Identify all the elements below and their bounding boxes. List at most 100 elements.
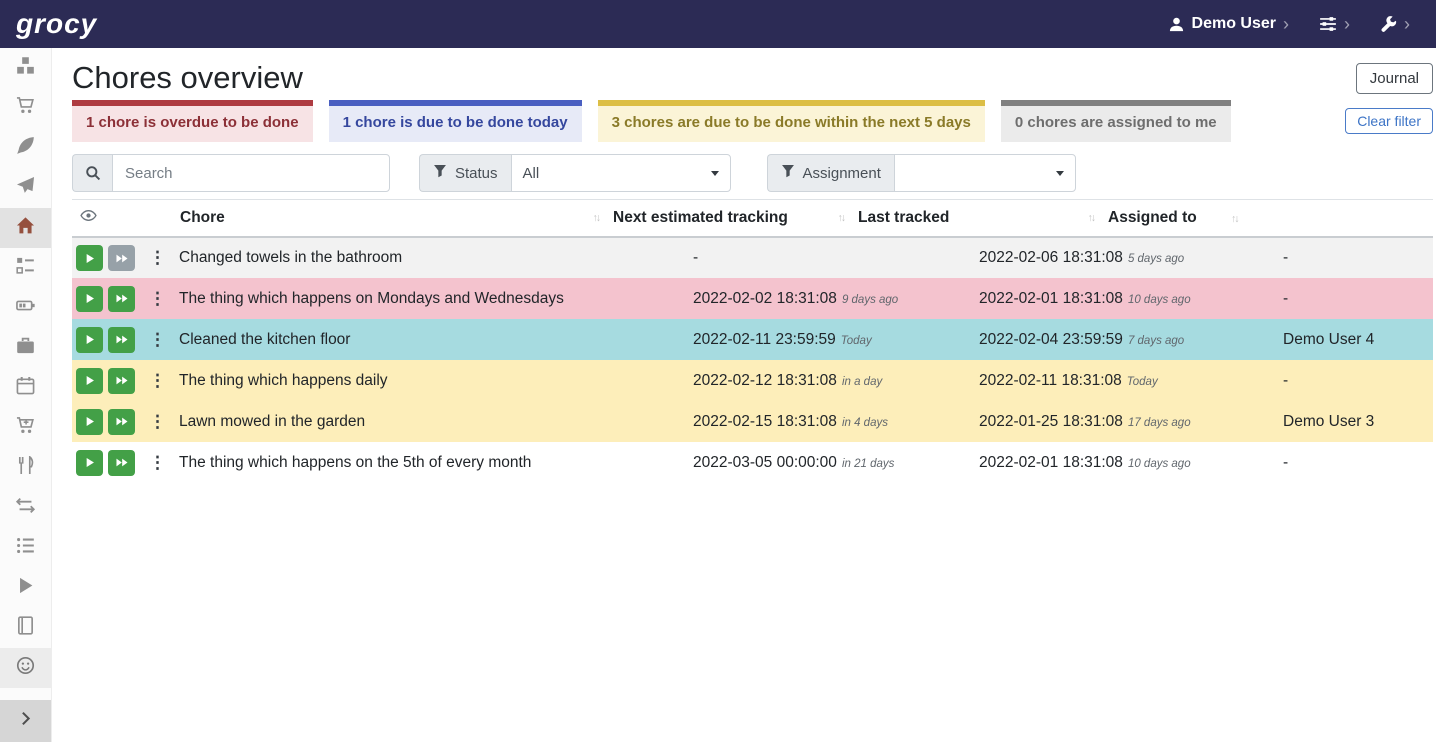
sidebar-item-chore-tracking[interactable] [0, 568, 51, 608]
track-chore-button[interactable] [76, 409, 103, 435]
status-filter-group: Status All [419, 154, 731, 192]
next-tracking-cell: 2022-02-12 18:31:08in a day [605, 360, 850, 401]
sidebar-item-user-entities[interactable] [0, 648, 51, 688]
banner-due-soon-filter[interactable]: 3 chores are due to be done within the n… [598, 100, 985, 142]
home-icon [16, 216, 35, 240]
settings-menu[interactable]: › [1319, 15, 1350, 33]
skip-chore-button[interactable] [108, 450, 135, 476]
sidebar-item-shopping-list[interactable] [0, 88, 51, 128]
chore-name: Lawn mowed in the garden [172, 401, 605, 442]
calendar-icon [16, 376, 35, 400]
banner-assigned-filter[interactable]: 0 chores are assigned to me [1001, 100, 1231, 142]
row-menu-button[interactable]: ⋮ [143, 371, 172, 391]
assignment-select[interactable] [894, 154, 1076, 192]
sort-icon: ↑↓ [1231, 213, 1238, 225]
skip-chore-button[interactable] [108, 327, 135, 353]
column-header-chore[interactable]: Chore ↑↓ [172, 200, 605, 238]
track-chore-button[interactable] [76, 450, 103, 476]
next-tracking-cell: 2022-03-05 00:00:00in 21 days [605, 442, 850, 483]
list-icon [16, 536, 35, 560]
last-tracked-cell: 2022-02-04 23:59:597 days ago [850, 319, 1100, 360]
search-icon [72, 154, 112, 192]
banner-overdue-filter[interactable]: 1 chore is overdue to be done [72, 100, 313, 142]
sliders-icon [1319, 15, 1337, 33]
column-header-last-tracked[interactable]: Last tracked ↑↓ [850, 200, 1100, 238]
funnel-icon [433, 164, 447, 182]
skip-chore-button[interactable] [108, 409, 135, 435]
paper-plane-icon [16, 176, 35, 200]
chore-name: The thing which happens on Mondays and W… [172, 278, 605, 319]
row-menu-button[interactable]: ⋮ [143, 412, 172, 432]
row-menu-button[interactable]: ⋮ [143, 248, 172, 268]
sidebar-item-recipes[interactable] [0, 128, 51, 168]
clear-filter-button[interactable]: Clear filter [1345, 108, 1433, 134]
skip-chore-button[interactable] [108, 286, 135, 312]
status-select[interactable]: All [511, 154, 731, 192]
column-visibility-toggle[interactable] [72, 200, 172, 238]
exchange-arrows-icon [16, 496, 35, 520]
column-header-next-tracking[interactable]: Next estimated tracking ↑↓ [605, 200, 850, 238]
topbar-menu: Demo User › › › [1168, 15, 1410, 33]
boxes-icon [16, 56, 35, 80]
sidebar-item-inventory[interactable] [0, 528, 51, 568]
status-banner-row: 1 chore is overdue to be done 1 chore is… [72, 100, 1433, 142]
play-icon [16, 576, 35, 600]
sidebar-item-calendar[interactable] [0, 368, 51, 408]
sidebar-item-consume[interactable] [0, 448, 51, 488]
sidebar-item-purchase[interactable] [0, 408, 51, 448]
table-row: ⋮ Lawn mowed in the garden 2022-02-15 18… [72, 401, 1433, 442]
last-tracked-cell: 2022-02-11 18:31:08Today [850, 360, 1100, 401]
row-menu-button[interactable]: ⋮ [143, 453, 172, 473]
row-actions: ⋮ [72, 401, 172, 442]
table-row: ⋮ The thing which happens daily 2022-02-… [72, 360, 1433, 401]
sort-icon: ↑↓ [593, 212, 600, 224]
assignment-filter-label: Assignment [767, 154, 894, 192]
next-tracking-cell: 2022-02-11 23:59:59Today [605, 319, 850, 360]
chores-table: Chore ↑↓ Next estimated tracking ↑↓ Last… [72, 199, 1433, 483]
track-chore-button[interactable] [76, 245, 103, 271]
chore-name: The thing which happens on the 5th of ev… [172, 442, 605, 483]
sidebar-item-tasks[interactable] [0, 248, 51, 288]
grocy-logo[interactable]: grocy [16, 8, 97, 40]
row-menu-button[interactable]: ⋮ [143, 330, 172, 350]
journal-button[interactable]: Journal [1356, 63, 1433, 94]
banner-due-today-filter[interactable]: 1 chore is due to be done today [329, 100, 582, 142]
sort-icon: ↑↓ [838, 212, 845, 224]
chore-name: The thing which happens daily [172, 360, 605, 401]
row-actions: ⋮ [72, 237, 172, 278]
track-chore-button[interactable] [76, 368, 103, 394]
table-row: ⋮ The thing which happens on Mondays and… [72, 278, 1433, 319]
book-icon [16, 616, 35, 640]
admin-menu[interactable]: › [1380, 15, 1410, 33]
main-content: Chores overview Journal 1 chore is overd… [52, 48, 1436, 742]
chevron-right-icon: › [1404, 15, 1410, 33]
column-header-assigned-to[interactable]: Assigned to ↑↓ [1100, 200, 1433, 238]
sidebar-expand-button[interactable] [0, 700, 51, 742]
track-chore-button[interactable] [76, 286, 103, 312]
feather-icon [16, 136, 35, 160]
sidebar-item-transfer[interactable] [0, 488, 51, 528]
funnel-icon [781, 164, 795, 182]
sidebar-item-equipment[interactable] [0, 328, 51, 368]
page-title: Chores overview [72, 60, 303, 96]
topbar: grocy Demo User › › › [0, 0, 1436, 48]
row-menu-button[interactable]: ⋮ [143, 289, 172, 309]
sidebar-item-stock-overview[interactable] [0, 48, 51, 88]
sidebar-item-chores[interactable] [0, 208, 51, 248]
chore-name: Changed towels in the bathroom [172, 237, 605, 278]
sidebar-item-meal-plan[interactable] [0, 168, 51, 208]
page-header: Chores overview Journal [72, 56, 1433, 100]
search-input[interactable] [112, 154, 390, 192]
user-menu[interactable]: Demo User › [1168, 15, 1289, 33]
sidebar-item-journal-book[interactable] [0, 608, 51, 648]
user-menu-label: Demo User [1192, 15, 1276, 33]
chevron-right-icon: › [1344, 15, 1350, 33]
table-header-row: Chore ↑↓ Next estimated tracking ↑↓ Last… [72, 200, 1433, 238]
row-actions: ⋮ [72, 442, 172, 483]
track-chore-button[interactable] [76, 327, 103, 353]
sidebar-item-batteries[interactable] [0, 288, 51, 328]
skip-chore-button[interactable] [108, 368, 135, 394]
next-tracking-cell: 2022-02-15 18:31:08in 4 days [605, 401, 850, 442]
status-select-value: All [523, 165, 540, 182]
table-row: ⋮ Cleaned the kitchen floor 2022-02-11 2… [72, 319, 1433, 360]
